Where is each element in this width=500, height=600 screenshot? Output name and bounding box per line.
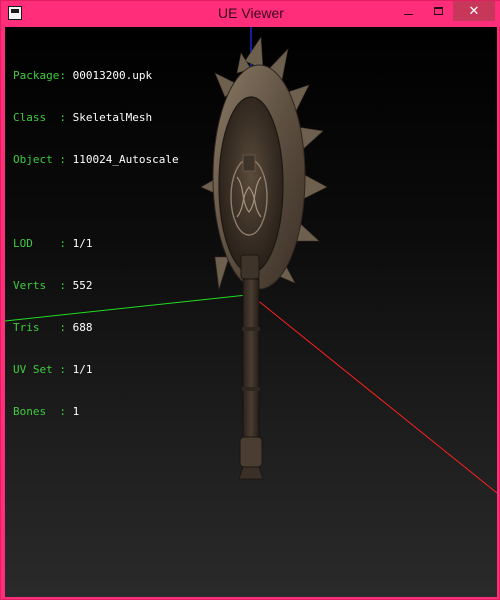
info-tris: Tris : 688 — [13, 321, 93, 334]
mesh-info-panel: Package: 00013200.upk Class : SkeletalMe… — [13, 41, 179, 447]
info-object: Object : 110024_Autoscale — [13, 153, 179, 166]
maximize-icon — [433, 7, 443, 15]
info-uvset: UV Set : 1/1 — [13, 363, 93, 376]
info-lod: LOD : 1/1 — [13, 237, 93, 250]
maximize-button[interactable] — [423, 1, 453, 21]
minimize-button[interactable] — [393, 1, 423, 21]
3d-viewport[interactable]: Package: 00013200.upk Class : SkeletalMe… — [5, 27, 497, 597]
info-verts: Verts : 552 — [13, 279, 93, 292]
info-package: Package: 00013200.upk — [13, 69, 153, 82]
info-bones: Bones : 1 — [13, 405, 80, 418]
ue-viewer-window: UE Viewer ✕ Package: 00013200.upk Class … — [0, 0, 500, 600]
title-bar[interactable]: UE Viewer ✕ — [1, 1, 500, 27]
mace-mesh — [200, 36, 328, 480]
info-class: Class : SkeletalMesh — [13, 111, 153, 124]
close-button[interactable]: ✕ — [453, 1, 495, 21]
minimize-icon — [403, 14, 413, 15]
x-axis — [250, 294, 497, 494]
close-icon: ✕ — [468, 3, 480, 19]
